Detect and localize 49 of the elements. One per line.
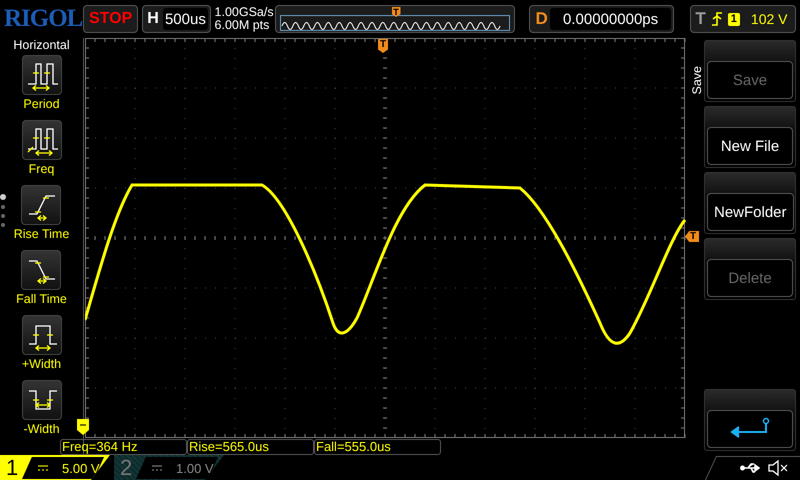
measure-label: +Width (22, 357, 62, 371)
usb-icon (740, 462, 762, 474)
rising-edge-icon (710, 11, 723, 27)
run-stop-button[interactable]: STOP (83, 5, 138, 33)
dc-coupling-icon (38, 465, 48, 471)
measure-label: Rise Time (14, 227, 70, 241)
channel-tab[interactable]: 1 5.00 V (0, 455, 110, 480)
channel-number: 1 (5, 455, 20, 480)
dc-coupling-icon (152, 465, 162, 471)
measurement-readout: Fall=555.0us (314, 439, 441, 455)
speaker-muted-icon[interactable] (768, 460, 788, 476)
measure-button[interactable] (22, 380, 62, 420)
channel-scale: 5.00 V (62, 460, 100, 476)
sample-rate: 1.00GSa/s (214, 6, 271, 19)
trigger-position-marker: T (378, 39, 388, 53)
measure-button[interactable] (22, 55, 62, 95)
channel-scale: 1.00 V (176, 460, 214, 476)
measurement-readout: Rise=565.0us (187, 439, 314, 455)
menu-button[interactable]: New File (707, 127, 793, 165)
timebase-box[interactable]: H 500us (142, 5, 211, 33)
timebase-value: 500us (163, 8, 208, 30)
trigger-position-marker: T (392, 7, 401, 17)
measure-label: Period (23, 97, 60, 111)
delay-value: 0.00000000ps (550, 8, 672, 30)
measure-label: Freq (28, 162, 54, 176)
menu-button[interactable]: NewFolder (707, 193, 794, 231)
channel-tab[interactable]: 2 1.00 V (114, 455, 224, 480)
trigger-level: 102 V (750, 11, 788, 27)
delay-box[interactable]: D 0.00000000ps (528, 5, 674, 33)
measure-button[interactable] (21, 185, 62, 225)
delay-label: D (536, 9, 548, 29)
trigger-box[interactable]: T 1 102 V (690, 5, 796, 33)
channel-ground-icon (77, 419, 89, 435)
measure-label: Fall Time (16, 292, 67, 306)
trigger-level-marker: T (685, 231, 699, 242)
trigger-label: T (695, 9, 706, 29)
back-button[interactable] (707, 410, 793, 448)
menu-title: Horizontal (13, 38, 70, 52)
channel-number: 2 (119, 455, 134, 480)
measurement-readout: Freq=364 Hz (60, 439, 187, 455)
measure-button[interactable] (22, 315, 62, 355)
menu-title: Save (690, 66, 704, 94)
measure-button[interactable] (22, 120, 62, 160)
overview-waveform-icon (280, 13, 510, 31)
trigger-source: 1 (728, 12, 740, 26)
measure-label: -Width (23, 422, 60, 436)
memory-depth: 6.00M pts (214, 19, 270, 32)
timebase-label: H (147, 10, 160, 28)
measure-button[interactable] (21, 250, 62, 290)
